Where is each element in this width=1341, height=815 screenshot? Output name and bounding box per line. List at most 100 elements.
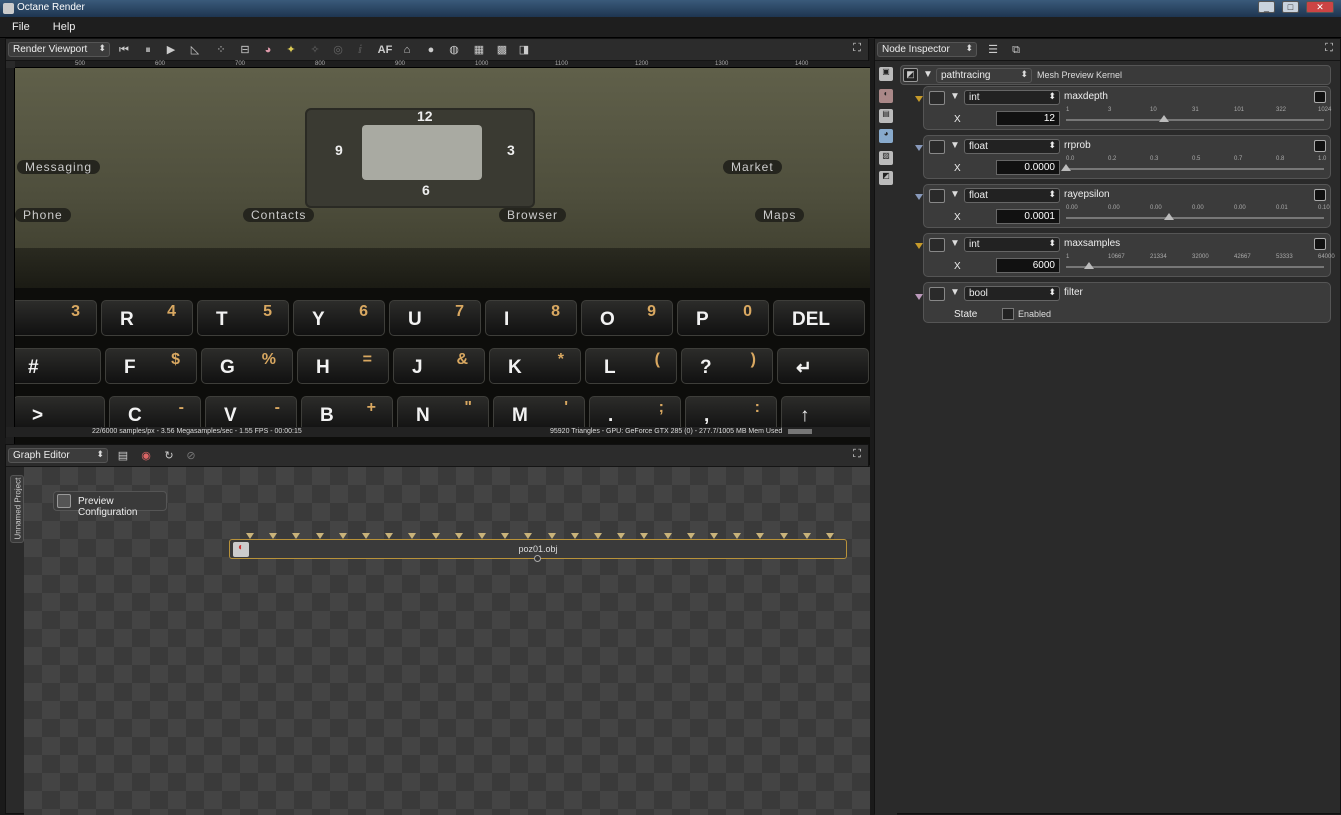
- rewind-icon[interactable]: ⏮: [117, 43, 131, 57]
- value-slider[interactable]: [1066, 168, 1324, 170]
- save-graph-icon[interactable]: ▤: [116, 449, 130, 463]
- split-icon[interactable]: ◨: [517, 43, 531, 57]
- mesh-icon[interactable]: ◐: [879, 89, 893, 103]
- key-alt-label: $: [171, 351, 180, 368]
- clear-icon[interactable]: ⊘: [184, 449, 198, 463]
- key-label: ↵: [796, 358, 812, 379]
- type-dropdown[interactable]: float ⬍: [964, 139, 1060, 154]
- viewport-dropdown[interactable]: Render Viewport ⬍: [8, 42, 110, 57]
- close-button[interactable]: ✕: [1306, 1, 1334, 13]
- slider-thumb[interactable]: [1061, 164, 1071, 171]
- graph-dropdown[interactable]: Graph Editor ⬍: [8, 448, 108, 463]
- collapse-icon[interactable]: ▼: [950, 238, 960, 249]
- clock-number: 6: [422, 182, 430, 198]
- key-alt-label: :: [754, 399, 760, 416]
- sphere-icon[interactable]: ●: [424, 43, 438, 57]
- memory-bar: [788, 429, 812, 434]
- keyboard-key: J &: [393, 348, 485, 384]
- inspector-dropdown[interactable]: Node Inspector ⬍: [877, 42, 977, 57]
- value-slider[interactable]: [1066, 119, 1324, 121]
- key-label: K: [508, 357, 522, 378]
- keyboard-key: P0: [677, 300, 769, 336]
- viewpoint-icon[interactable]: ⌂: [400, 43, 414, 57]
- slider-thumb[interactable]: [1159, 115, 1170, 122]
- region-icon[interactable]: ◺: [188, 43, 202, 57]
- collapse-icon[interactable]: ▼: [950, 140, 960, 151]
- collapse-icon[interactable]: ▼: [950, 91, 960, 102]
- node-inspector-panel: Node Inspector ⬍ ☰ ⧉ ⛶ ▣ ◐ ▤ ◕ ▨ ◩ ◩ ▼ pa…: [874, 38, 1341, 815]
- type-dropdown[interactable]: int ⬍: [964, 237, 1060, 252]
- keyboard-key: R4: [101, 300, 193, 336]
- type-dropdown[interactable]: bool ⬍: [964, 286, 1060, 301]
- enabled-checkbox[interactable]: [1002, 308, 1014, 320]
- keyboard-key: L(: [585, 348, 677, 384]
- type-dropdown[interactable]: int ⬍: [964, 90, 1060, 105]
- menu-file[interactable]: File: [0, 17, 30, 33]
- curve-icon[interactable]: [1314, 238, 1326, 250]
- expand-icon[interactable]: ⧉: [1009, 43, 1023, 57]
- kernel-collapse-icon[interactable]: ▼: [923, 69, 933, 80]
- curve-icon[interactable]: [1314, 140, 1326, 152]
- collapse-icon[interactable]: ☰: [986, 43, 1000, 57]
- type-label: float: [969, 141, 988, 152]
- grid-icon[interactable]: ▦: [472, 43, 486, 57]
- pick-icon[interactable]: ⁘: [214, 43, 228, 57]
- tick-label: 0.00: [1234, 205, 1246, 211]
- app-label: Phone: [15, 208, 71, 222]
- lock-disabled-icon: ◎: [333, 44, 343, 56]
- project-tab[interactable]: Unnamed Project: [10, 475, 24, 543]
- value-field[interactable]: 6000: [996, 258, 1060, 273]
- viewport-maximize-icon[interactable]: ⛶: [850, 42, 864, 56]
- kernel-dropdown[interactable]: pathtracing ⬍: [936, 68, 1032, 83]
- play-icon[interactable]: ▶: [164, 43, 178, 57]
- key-label: L: [604, 357, 616, 378]
- curve-icon[interactable]: [1314, 189, 1326, 201]
- menu-help[interactable]: Help: [33, 17, 76, 33]
- value-field[interactable]: 0.0000: [996, 160, 1060, 175]
- render-target-icon[interactable]: ▣: [879, 67, 893, 81]
- param-name: maxdepth: [1064, 91, 1108, 102]
- minimize-button[interactable]: _: [1258, 1, 1275, 13]
- type-dropdown[interactable]: float ⬍: [964, 188, 1060, 203]
- preview-node-icon: [57, 494, 71, 508]
- settings-icon[interactable]: ◩: [879, 171, 893, 185]
- mesh-node[interactable]: ◐ poz01.obj: [229, 539, 847, 562]
- collapse-icon[interactable]: ▼: [950, 287, 960, 298]
- checker-icon[interactable]: ▩: [495, 43, 509, 57]
- key-label: G: [220, 357, 235, 378]
- refresh-icon[interactable]: ↻: [162, 449, 176, 463]
- key-alt-label: 9: [647, 303, 656, 320]
- curve-icon[interactable]: [1314, 91, 1326, 103]
- preview-configuration-node[interactable]: Preview Configuration: [53, 491, 167, 518]
- inspector-dropdown-label: Node Inspector: [882, 44, 950, 55]
- horizontal-ruler: 500 600 700 800 900 1000 1100 1200 1300 …: [15, 61, 870, 68]
- key-alt-label: %: [261, 351, 276, 368]
- material-picker-icon[interactable]: ◕: [261, 43, 275, 57]
- sphere-alt-icon[interactable]: ◍: [447, 43, 461, 57]
- key-alt-label: 3: [71, 303, 80, 320]
- af-button[interactable]: AF: [376, 43, 394, 57]
- inspector-maximize-icon[interactable]: ⛶: [1322, 42, 1336, 56]
- clock-number: 12: [417, 108, 433, 124]
- graph-maximize-icon[interactable]: ⛶: [850, 448, 864, 462]
- collapse-icon[interactable]: ▼: [950, 189, 960, 200]
- kernel-icon[interactable]: ▤: [879, 109, 893, 123]
- render-image[interactable]: 12 9 3 6 Messaging Contacts Browser Mark…: [15, 68, 870, 465]
- value-slider[interactable]: [1066, 217, 1324, 219]
- pause-icon[interactable]: ⏸: [141, 43, 155, 57]
- image-icon[interactable]: ▨: [879, 151, 893, 165]
- white-balance-icon[interactable]: ✦: [284, 43, 298, 57]
- value-field[interactable]: 12: [996, 111, 1060, 126]
- value-field[interactable]: 0.0001: [996, 209, 1060, 224]
- slider-thumb[interactable]: [1084, 262, 1095, 269]
- maximize-button[interactable]: □: [1282, 1, 1299, 13]
- mesh-node-output[interactable]: [534, 555, 541, 562]
- node-graph-canvas[interactable]: Preview Configuration ◐ poz01.obj: [24, 467, 870, 815]
- slider-thumb[interactable]: [1164, 213, 1175, 220]
- render-viewport-panel: Render Viewport ⬍ ⏮ ⏸ ▶ ◺ ⁘ ⊟ ◕ ✦ ✧ ◎ ⅈ A…: [5, 38, 870, 465]
- camera-icon[interactable]: ◕: [879, 129, 893, 143]
- load-mesh-icon[interactable]: ◉: [139, 449, 153, 463]
- keyboard-key: T5: [197, 300, 289, 336]
- value-slider[interactable]: [1066, 266, 1324, 268]
- focus-picker-icon[interactable]: ⊟: [238, 43, 252, 57]
